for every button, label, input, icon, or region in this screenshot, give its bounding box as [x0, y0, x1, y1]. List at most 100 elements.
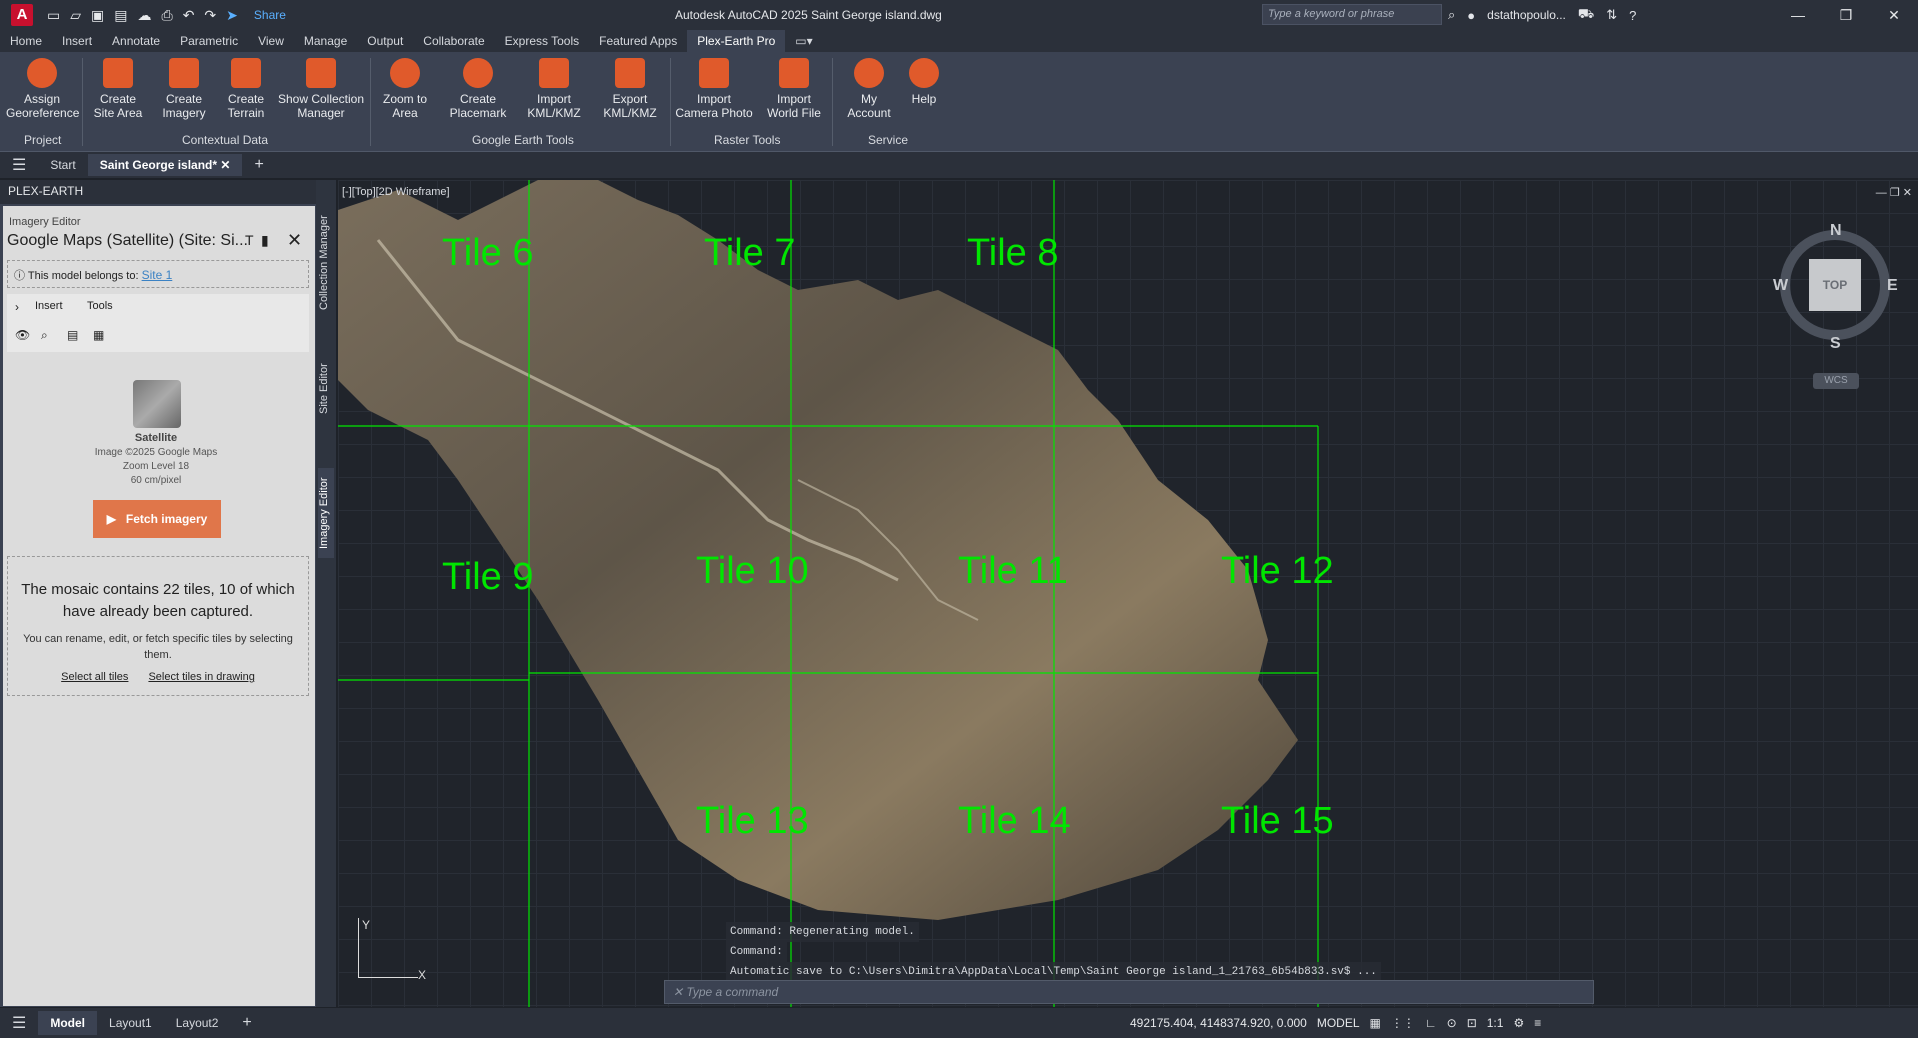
tile-14-label[interactable]: Tile 14 [958, 800, 1071, 843]
import-camera-photo-button[interactable]: Import Camera Photo [674, 58, 754, 120]
tab-saint-george-island[interactable]: Saint George island* ✕ [87, 154, 243, 176]
select-tiles-in-drawing-link[interactable]: Select tiles in drawing [148, 671, 254, 683]
create-site-area-button[interactable]: Create Site Area [86, 58, 150, 120]
save-as-icon[interactable]: ▤ [114, 7, 127, 24]
polar-icon[interactable]: ⊙ [1447, 1016, 1457, 1030]
select-icon[interactable]: ▤ [67, 328, 78, 342]
export-kml-button[interactable]: Export KML/KMZ [596, 58, 664, 120]
close-tab-icon[interactable]: ✕ [220, 158, 230, 172]
tab-plex-earth-pro[interactable]: Plex-Earth Pro [687, 30, 786, 52]
panel-raster-tools[interactable]: Raster Tools [714, 133, 780, 147]
save-icon[interactable]: ▣ [91, 7, 104, 24]
wcs-menu[interactable]: WCS [1813, 373, 1859, 389]
share-button[interactable]: Share [254, 8, 286, 22]
tab-parametric[interactable]: Parametric [170, 30, 248, 52]
my-account-button[interactable]: My Account [838, 58, 900, 120]
minimize-icon[interactable]: — [1774, 0, 1822, 30]
compass-n[interactable]: N [1830, 222, 1842, 240]
viewcube[interactable]: TOP N S W E WCS [1773, 222, 1898, 389]
select-all-tiles-link[interactable]: Select all tiles [61, 671, 128, 683]
transfer-icon[interactable]: ⇅ [1606, 7, 1617, 23]
cart-icon[interactable]: ⛟ [1578, 6, 1594, 24]
create-terrain-button[interactable]: Create Terrain [214, 58, 278, 120]
eye-icon[interactable]: 👁 [15, 328, 30, 342]
print-icon[interactable]: ⎙ [161, 7, 172, 24]
insert-menu[interactable]: Insert [35, 300, 63, 312]
app-menu-icon[interactable]: ☰ [0, 151, 38, 179]
search-icon[interactable]: ⌕ [1448, 7, 1455, 23]
compass-s[interactable]: S [1830, 335, 1841, 353]
tab-featured-apps[interactable]: Featured Apps [589, 30, 687, 52]
create-placemark-button[interactable]: Create Placemark [444, 58, 512, 120]
help-icon[interactable]: ? [1629, 8, 1636, 23]
tile-12-label[interactable]: Tile 12 [1221, 550, 1334, 593]
grid-toggle-icon[interactable]: ▦ [1370, 1016, 1381, 1030]
tools-menu[interactable]: Tools [87, 300, 113, 312]
compass-w[interactable]: W [1773, 277, 1788, 295]
trash-icon[interactable]: ▮ [261, 232, 269, 249]
tab-collection-manager[interactable]: Collection Manager [318, 210, 334, 315]
assign-georeference-button[interactable]: Assign Georeference [6, 58, 79, 120]
tile-10-label[interactable]: Tile 10 [696, 550, 809, 593]
tab-layout2[interactable]: Layout2 [164, 1011, 231, 1035]
tile-9-label[interactable]: Tile 9 [442, 556, 534, 599]
command-input[interactable]: ✕ Type a command [664, 980, 1594, 1004]
share-icon[interactable]: ➤ [226, 7, 238, 24]
open-folder-icon[interactable]: ▱ [70, 7, 81, 24]
tile-6-label[interactable]: Tile 6 [442, 232, 534, 275]
grid-icon[interactable]: ▦ [93, 328, 104, 342]
user-name[interactable]: dstathopoulo... [1487, 8, 1566, 22]
close-panel-icon[interactable]: ✕ [287, 230, 302, 251]
tab-collaborate[interactable]: Collaborate [413, 30, 494, 52]
tab-imagery-editor[interactable]: Imagery Editor [318, 468, 334, 558]
osnap-icon[interactable]: ⊡ [1467, 1016, 1477, 1030]
viewport-controls[interactable]: — ❐ ✕ [1876, 186, 1912, 199]
snap-icon[interactable]: ⋮⋮ [1391, 1016, 1415, 1030]
tab-layout1[interactable]: Layout1 [97, 1011, 164, 1035]
tile-7-label[interactable]: Tile 7 [704, 232, 796, 275]
help-button[interactable]: Help [904, 58, 944, 106]
viewcube-top[interactable]: TOP [1809, 259, 1861, 311]
site-link[interactable]: Site 1 [142, 268, 173, 282]
ortho-icon[interactable]: ∟ [1425, 1016, 1437, 1030]
settings-icon[interactable]: ⚙ [1513, 1016, 1524, 1030]
tab-site-editor[interactable]: Site Editor [318, 355, 334, 423]
viewport-label[interactable]: [-][Top][2D Wireframe] [342, 186, 450, 198]
restore-icon[interactable]: ❐ [1822, 0, 1870, 30]
undo-icon[interactable]: ↶ [183, 7, 195, 24]
tile-11-label[interactable]: Tile 11 [958, 550, 1068, 593]
tab-output[interactable]: Output [357, 30, 413, 52]
tab-view[interactable]: View [248, 30, 294, 52]
tab-express-tools[interactable]: Express Tools [495, 30, 589, 52]
expand-icon[interactable]: › [15, 300, 19, 314]
tile-8-label[interactable]: Tile 8 [967, 232, 1059, 275]
import-world-file-button[interactable]: Import World File [760, 58, 828, 120]
customize-icon[interactable]: ≡ [1534, 1016, 1541, 1030]
coordinates-readout[interactable]: 492175.404, 4148374.920, 0.000 [1130, 1016, 1307, 1030]
fetch-imagery-button[interactable]: ▶ Fetch imagery [93, 500, 221, 538]
tile-13-label[interactable]: Tile 13 [696, 800, 809, 843]
autocad-logo[interactable]: A [11, 4, 33, 26]
tile-15-label[interactable]: Tile 15 [1221, 800, 1334, 843]
zoom-icon[interactable]: ⌕ [41, 328, 48, 343]
compass-e[interactable]: E [1887, 277, 1898, 295]
new-file-icon[interactable]: ▭ [47, 7, 60, 24]
tab-model[interactable]: Model [38, 1011, 98, 1035]
tab-annotate[interactable]: Annotate [102, 30, 170, 52]
show-collection-manager-button[interactable]: Show Collection Manager [276, 58, 366, 120]
tab-insert[interactable]: Insert [52, 30, 102, 52]
annotation-scale[interactable]: 1:1 [1487, 1016, 1504, 1030]
cloud-icon[interactable]: ☁ [137, 7, 151, 24]
user-icon[interactable]: ● [1467, 8, 1475, 23]
model-space-toggle[interactable]: MODEL [1317, 1016, 1360, 1030]
close-icon[interactable]: ✕ [1870, 0, 1918, 30]
redo-icon[interactable]: ↷ [204, 7, 216, 24]
tab-manage[interactable]: Manage [294, 30, 357, 52]
status-menu-icon[interactable]: ☰ [0, 1008, 38, 1038]
tab-start[interactable]: Start [38, 154, 87, 176]
text-icon[interactable]: T [245, 232, 254, 248]
ribbon-options-icon[interactable]: ▭▾ [785, 30, 822, 52]
command-close-icon[interactable]: ✕ [673, 985, 686, 999]
drawing-viewport[interactable]: [-][Top][2D Wireframe] — ❐ ✕ Tile 6 Tile… [338, 180, 1918, 1007]
tab-home[interactable]: Home [0, 30, 52, 52]
